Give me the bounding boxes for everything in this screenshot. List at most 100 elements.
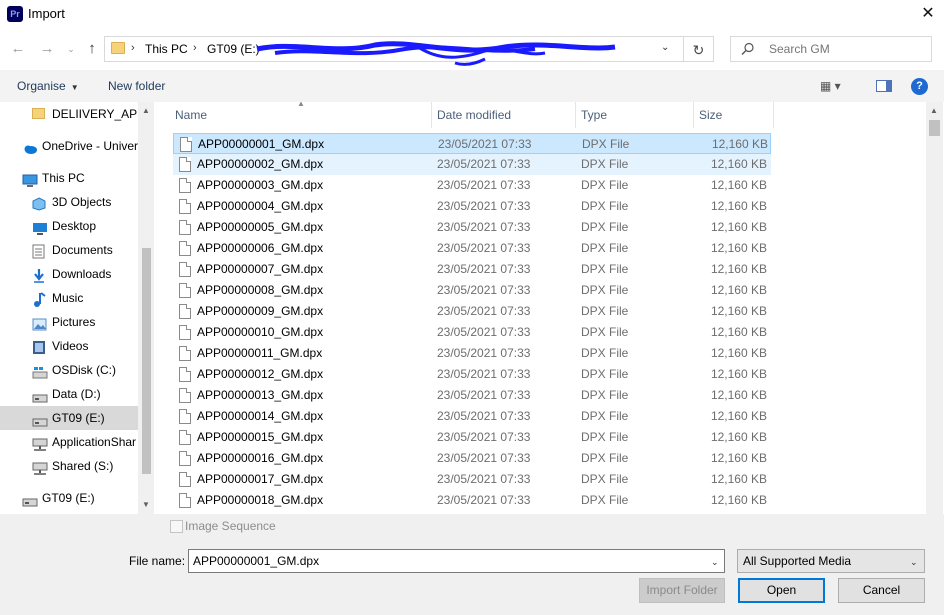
nav-item[interactable]: Data (D:) <box>0 382 138 406</box>
cloud-icon <box>22 139 37 154</box>
file-name-combobox[interactable]: APP00000001_GM.dpx ⌄ <box>188 549 725 573</box>
nav-item[interactable]: This PC <box>0 166 138 190</box>
help-icon[interactable]: ? <box>911 78 928 95</box>
nav-item[interactable]: GT09 (E:) <box>0 486 138 510</box>
nav-item[interactable]: Pictures <box>0 310 138 334</box>
file-row[interactable]: APP00000008_GM.dpx 23/05/2021 07:33 DPX Fi… <box>173 280 771 301</box>
file-type: DPX File <box>581 262 629 276</box>
nav-item[interactable]: Music <box>0 286 138 310</box>
file-type: DPX File <box>581 367 629 381</box>
file-name: APP00000013_GM.dpx <box>197 388 324 402</box>
open-button[interactable]: Open <box>738 578 825 603</box>
file-list-scrollbar[interactable]: ▲ <box>926 102 943 514</box>
nav-item[interactable]: Downloads <box>0 262 138 286</box>
nav-item-label: OSDisk (C:) <box>52 363 116 377</box>
chevron-down-icon[interactable]: ⌄ <box>661 42 669 53</box>
file-icon <box>179 178 191 193</box>
file-row[interactable]: APP00000013_GM.dpx 23/05/2021 07:33 DPX Fi… <box>173 385 771 406</box>
file-icon <box>179 283 191 298</box>
file-row[interactable]: APP00000016_GM.dpx 23/05/2021 07:33 DPX Fi… <box>173 448 771 469</box>
breadcrumb-drive[interactable]: GT09 (E:) <box>207 42 260 56</box>
column-header-date[interactable]: Date modified <box>431 102 575 128</box>
file-row[interactable]: APP00000009_GM.dpx 23/05/2021 07:33 DPX Fi… <box>173 301 771 322</box>
image-sequence-checkbox[interactable] <box>170 520 183 533</box>
file-row[interactable]: APP00000011_GM.dpx 23/05/2021 07:33 DPX Fi… <box>173 343 771 364</box>
file-size: 12,160 KB <box>710 241 767 255</box>
forward-arrow-icon[interactable]: → <box>36 38 58 60</box>
nav-item[interactable]: GT09 (E:) <box>0 406 138 430</box>
address-bar[interactable]: › This PC › GT09 (E:) ⌄ <box>104 36 684 66</box>
change-view-button[interactable]: ▦ ▾ <box>820 79 841 93</box>
chevron-down-icon[interactable]: ⌄ <box>711 557 719 568</box>
cancel-button[interactable]: Cancel <box>838 578 925 603</box>
file-date-modified: 23/05/2021 07:33 <box>437 493 531 507</box>
file-row[interactable]: APP00000010_GM.dpx 23/05/2021 07:33 DPX Fi… <box>173 322 771 343</box>
preview-pane-icon[interactable] <box>876 80 892 92</box>
file-date-modified: 23/05/2021 07:33 <box>437 178 531 192</box>
file-date-modified: 23/05/2021 07:33 <box>437 472 531 486</box>
file-row[interactable]: APP00000014_GM.dpx 23/05/2021 07:33 DPX Fi… <box>173 406 771 427</box>
file-name: APP00000010_GM.dpx <box>197 325 324 339</box>
close-button[interactable]: ✕ <box>914 2 942 26</box>
nav-scrollbar-thumb[interactable] <box>142 248 151 474</box>
music-icon <box>32 291 47 307</box>
file-type: DPX File <box>581 493 629 507</box>
file-row[interactable]: APP00000002_GM.dpx 23/05/2021 07:33 DPX Fi… <box>173 154 771 175</box>
scroll-up-icon[interactable]: ▲ <box>926 106 942 115</box>
folder-icon <box>111 42 125 54</box>
nav-item[interactable]: OneDrive - Univer <box>0 134 138 158</box>
file-date-modified: 23/05/2021 07:33 <box>437 262 531 276</box>
nav-item[interactable]: Shared (S:) <box>0 454 138 478</box>
file-name: APP00000014_GM.dpx <box>197 409 324 423</box>
nav-item[interactable]: 3D Objects <box>0 190 138 214</box>
up-arrow-icon[interactable]: ↑ <box>81 38 103 60</box>
file-row[interactable]: APP00000012_GM.dpx 23/05/2021 07:33 DPX Fi… <box>173 364 771 385</box>
file-name: APP00000006_GM.dpx <box>197 241 324 255</box>
new-folder-button[interactable]: New folder <box>108 79 165 93</box>
file-row[interactable]: APP00000003_GM.dpx 23/05/2021 07:33 DPX Fi… <box>173 175 771 196</box>
breadcrumb-this-pc[interactable]: This PC <box>145 42 188 56</box>
document-icon <box>32 243 47 259</box>
file-row[interactable]: APP00000005_GM.dpx 23/05/2021 07:33 DPX Fi… <box>173 217 771 238</box>
column-header-type[interactable]: Type <box>575 102 693 128</box>
column-header-size[interactable]: Size <box>693 102 773 128</box>
scroll-up-icon[interactable]: ▲ <box>138 106 154 115</box>
scroll-down-icon[interactable]: ▼ <box>138 500 154 509</box>
file-icon <box>179 220 191 235</box>
nav-item[interactable]: OSDisk (C:) <box>0 358 138 382</box>
network-drive-icon <box>32 459 48 475</box>
column-divider[interactable] <box>773 102 774 128</box>
recent-locations-chevron-icon[interactable]: ⌄ <box>60 38 82 60</box>
back-arrow-icon[interactable]: ← <box>7 38 29 60</box>
navigation-pane: DELIIVERY_APP OneDrive - Univer This PC 3D … <box>0 102 154 514</box>
nav-item-label: DELIIVERY_APP <box>52 107 138 121</box>
file-type: DPX File <box>581 157 629 171</box>
file-row[interactable]: APP00000018_GM.dpx 23/05/2021 07:33 DPX Fi… <box>173 490 771 511</box>
nav-item-label: Music <box>52 291 84 305</box>
file-name-field[interactable]: APP00000001_GM.dpx <box>193 554 319 568</box>
refresh-button[interactable]: ↻ <box>684 36 714 62</box>
nav-item[interactable]: Desktop <box>0 214 138 238</box>
file-date-modified: 23/05/2021 07:33 <box>437 388 531 402</box>
chevron-down-icon: ⌄ <box>910 557 918 567</box>
file-row[interactable]: APP00000007_GM.dpx 23/05/2021 07:33 DPX Fi… <box>173 259 771 280</box>
search-input[interactable] <box>769 42 919 56</box>
file-row[interactable]: APP00000006_GM.dpx 23/05/2021 07:33 DPX Fi… <box>173 238 771 259</box>
dialog-footer: Image Sequence File name: APP00000001_GM… <box>0 514 944 615</box>
nav-item[interactable]: DELIIVERY_APP <box>0 102 138 126</box>
search-box[interactable] <box>730 36 932 62</box>
file-size: 12,160 KB <box>710 367 767 381</box>
file-type-filter-select[interactable]: All Supported Media ⌄ <box>737 549 925 573</box>
file-row[interactable]: APP00000001_GM.dpx 23/05/2021 07:33 DPX Fi… <box>173 133 771 154</box>
file-icon <box>179 199 191 214</box>
file-row[interactable]: APP00000004_GM.dpx 23/05/2021 07:33 DPX Fi… <box>173 196 771 217</box>
file-list-scrollbar-thumb[interactable] <box>929 120 940 136</box>
file-type: DPX File <box>581 451 629 465</box>
file-row[interactable]: APP00000015_GM.dpx 23/05/2021 07:33 DPX Fi… <box>173 427 771 448</box>
organise-button[interactable]: Organise ▼ <box>17 79 79 93</box>
file-row[interactable]: APP00000017_GM.dpx 23/05/2021 07:33 DPX Fi… <box>173 469 771 490</box>
nav-item[interactable]: Videos <box>0 334 138 358</box>
import-folder-button[interactable]: Import Folder <box>639 578 725 603</box>
nav-item[interactable]: ApplicationShar <box>0 430 138 454</box>
nav-item[interactable]: Documents <box>0 238 138 262</box>
